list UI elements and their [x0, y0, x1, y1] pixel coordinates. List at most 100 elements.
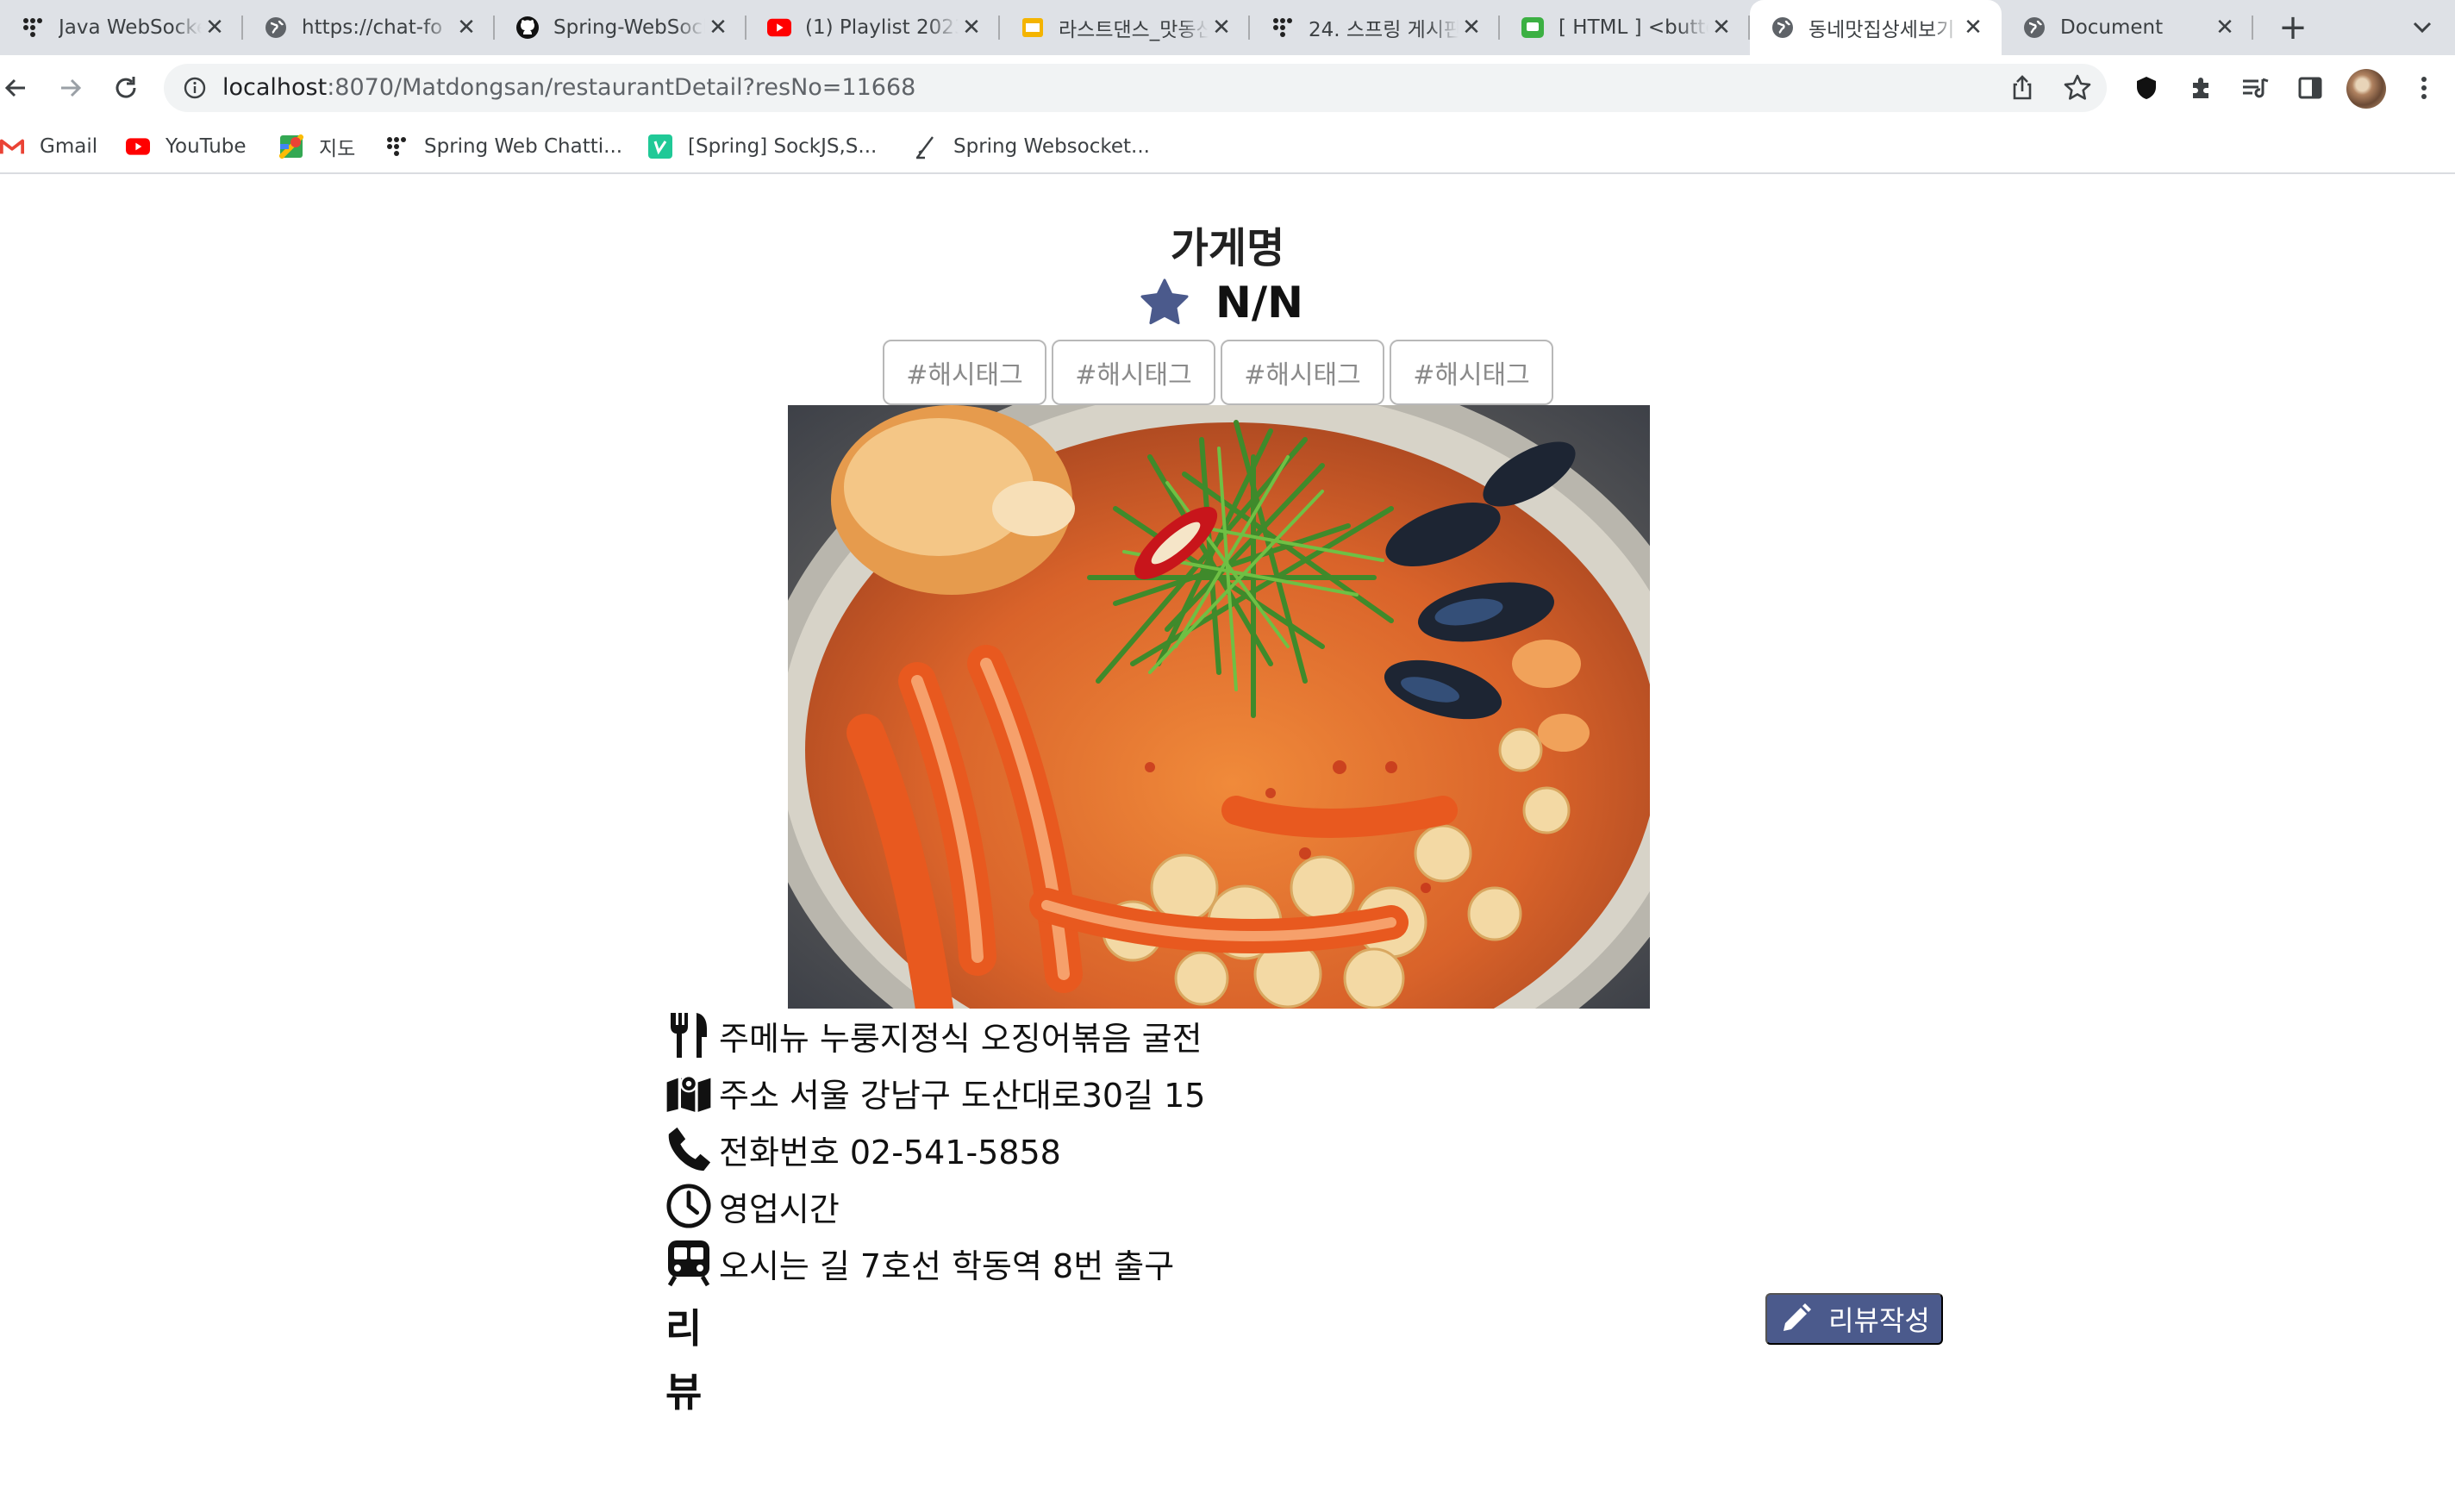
- velog-icon: [648, 134, 672, 159]
- spring-dots-icon: [384, 134, 409, 159]
- pencil-icon: [1783, 1303, 1812, 1331]
- extension-shield-button[interactable]: [2124, 66, 2169, 110]
- youtube-icon: [126, 134, 150, 159]
- toolbar: localhost:8070/Matdongsan/restaurantDeta…: [0, 55, 2455, 121]
- rating-value: N/N: [1215, 278, 1303, 328]
- browser-menu-button[interactable]: [2402, 66, 2446, 110]
- bookmark-spring-web-chatting[interactable]: Spring Web Chatti...: [384, 121, 622, 172]
- tab-title: [ HTML ] <button>: [1559, 16, 1709, 39]
- tab-chat-fo[interactable]: https://chat-fo ✕: [243, 0, 495, 55]
- info-text: 영업시간: [719, 1183, 850, 1230]
- write-review-button[interactable]: 리뷰작성: [1765, 1293, 1943, 1345]
- chat-icon: [1521, 16, 1545, 40]
- back-button[interactable]: [0, 66, 38, 110]
- tab-spring-board[interactable]: 24. 스프링 게시판 ✕: [1250, 0, 1500, 55]
- close-icon[interactable]: ✕: [959, 15, 984, 41]
- reload-button[interactable]: [103, 66, 148, 110]
- restaurant-name: 가게명: [1170, 224, 1285, 272]
- globe-icon: [2022, 16, 2046, 40]
- tab-last-dance[interactable]: 라스트댄스_맛동산 ✕: [1000, 0, 1250, 55]
- arrow-left-icon: [4, 78, 25, 97]
- github-icon: [515, 16, 540, 40]
- extensions-button[interactable]: [2179, 66, 2224, 110]
- info-label: 전화번호: [719, 1133, 840, 1171]
- tab-title: https://chat-fo: [302, 16, 443, 39]
- url-host: localhost: [222, 74, 328, 101]
- spring-dots-icon: [1271, 16, 1295, 40]
- close-icon[interactable]: ✕: [1209, 15, 1234, 41]
- new-tab-button[interactable]: +: [2271, 5, 2315, 50]
- hashtag-button[interactable]: #해시태그: [1221, 340, 1384, 405]
- info-hours: 영업시간: [665, 1178, 1205, 1234]
- info-text: 주소 서울 강남구 도산대로30길 15: [719, 1069, 1205, 1116]
- tab-separator: [2252, 16, 2253, 40]
- more-vert-icon: [2421, 77, 2427, 99]
- tab-search-button[interactable]: [2405, 5, 2439, 50]
- maps-icon: [279, 134, 303, 159]
- reload-icon: [116, 77, 136, 98]
- bookmark-label: 지도: [319, 138, 356, 160]
- info-icon[interactable]: [181, 74, 209, 102]
- bookmark-label: Spring Web Chatti...: [424, 135, 623, 158]
- share-icon[interactable]: [2008, 74, 2036, 102]
- info-value: 7호선 학동역 8번 출구: [859, 1246, 1175, 1285]
- side-panel-button[interactable]: [2288, 66, 2333, 110]
- playlist-icon: [2243, 78, 2269, 98]
- info-phone: 전화번호 02-541-5858: [665, 1121, 1205, 1178]
- bookmark-youtube[interactable]: YouTube: [126, 121, 247, 172]
- globe-icon: [264, 16, 288, 40]
- tab-spring-websocket[interactable]: Spring-WebSocket ✕: [495, 0, 746, 55]
- tab-title: 24. 스프링 게시판: [1309, 19, 1459, 41]
- pen-nib-icon: [914, 134, 938, 159]
- media-button[interactable]: [2233, 66, 2277, 110]
- close-icon[interactable]: ✕: [1709, 15, 1734, 41]
- close-icon[interactable]: ✕: [705, 15, 731, 41]
- hashtag-list: #해시태그 #해시태그 #해시태그 #해시태그: [883, 340, 1559, 405]
- utensils-icon: [665, 1011, 712, 1059]
- bookmark-gmail[interactable]: Gmail: [0, 121, 97, 172]
- profile-avatar[interactable]: [2346, 69, 2386, 109]
- close-icon[interactable]: ✕: [1960, 15, 1986, 41]
- star-icon: [1140, 278, 1189, 325]
- bookmark-maps[interactable]: 지도: [279, 121, 355, 172]
- close-icon[interactable]: ✕: [202, 15, 228, 41]
- write-review-label: 리뷰작성: [1828, 1305, 1930, 1336]
- bookmark-spring-websocket[interactable]: Spring Websocket...: [914, 121, 1150, 172]
- info-label: 주소: [719, 1076, 779, 1115]
- tab-document[interactable]: Document ✕: [2002, 0, 2253, 55]
- restaurant-info-list: 주메뉴 누룽지정식 오징어볶음 굴전 주소 서울 강남구 도산대로30길 15 전화…: [665, 1007, 1205, 1291]
- tab-restaurant-detail[interactable]: 동네맛집상세보기 ✕: [1750, 0, 2002, 55]
- gmail-icon: [0, 134, 24, 159]
- restaurant-photo: [788, 405, 1650, 1009]
- review-heading: 리뷰: [665, 1305, 703, 1415]
- bookmark-star-icon[interactable]: [2062, 72, 2093, 103]
- clock-icon: [665, 1182, 712, 1230]
- hashtag-button[interactable]: #해시태그: [1052, 340, 1215, 405]
- bookmark-label: Gmail: [40, 135, 98, 158]
- hashtag-button[interactable]: #해시태그: [1390, 340, 1553, 405]
- bookmark-sockjs[interactable]: [Spring] SockJS,S...: [648, 121, 877, 172]
- bookmark-label: YouTube: [166, 135, 247, 158]
- tab-java-websocket[interactable]: Java WebSocket ✕: [0, 0, 243, 55]
- hashtag-button[interactable]: #해시태그: [883, 340, 1046, 405]
- spring-dots-icon: [21, 16, 45, 40]
- tab-title: (1) Playlist 2023: [805, 16, 959, 39]
- url-text[interactable]: localhost:8070/Matdongsan/restaurantDeta…: [222, 64, 915, 112]
- shield-icon: [2137, 77, 2156, 99]
- phone-icon: [665, 1125, 712, 1173]
- info-value: 서울 강남구 도산대로30길 15: [789, 1076, 1206, 1115]
- tab-html-button[interactable]: [ HTML ] <button> ✕: [1500, 0, 1750, 55]
- url-path: :8070/Matdongsan/restaurantDetail?resNo=…: [327, 74, 916, 101]
- youtube-icon: [767, 16, 791, 40]
- tab-playlist[interactable]: (1) Playlist 2023 ✕: [746, 0, 1000, 55]
- info-value: 02-541-5858: [849, 1133, 1061, 1171]
- bookmark-label: Spring Websocket...: [953, 135, 1150, 158]
- close-icon[interactable]: ✕: [2212, 15, 2238, 41]
- forward-button[interactable]: [48, 66, 93, 110]
- close-icon[interactable]: ✕: [1459, 15, 1484, 41]
- address-bar[interactable]: localhost:8070/Matdongsan/restaurantDeta…: [164, 64, 2107, 112]
- close-icon[interactable]: ✕: [453, 15, 479, 41]
- tab-title: Spring-WebSocket: [553, 16, 705, 39]
- tab-title: Document: [2060, 16, 2164, 39]
- tab-title: Java WebSocket: [59, 16, 202, 39]
